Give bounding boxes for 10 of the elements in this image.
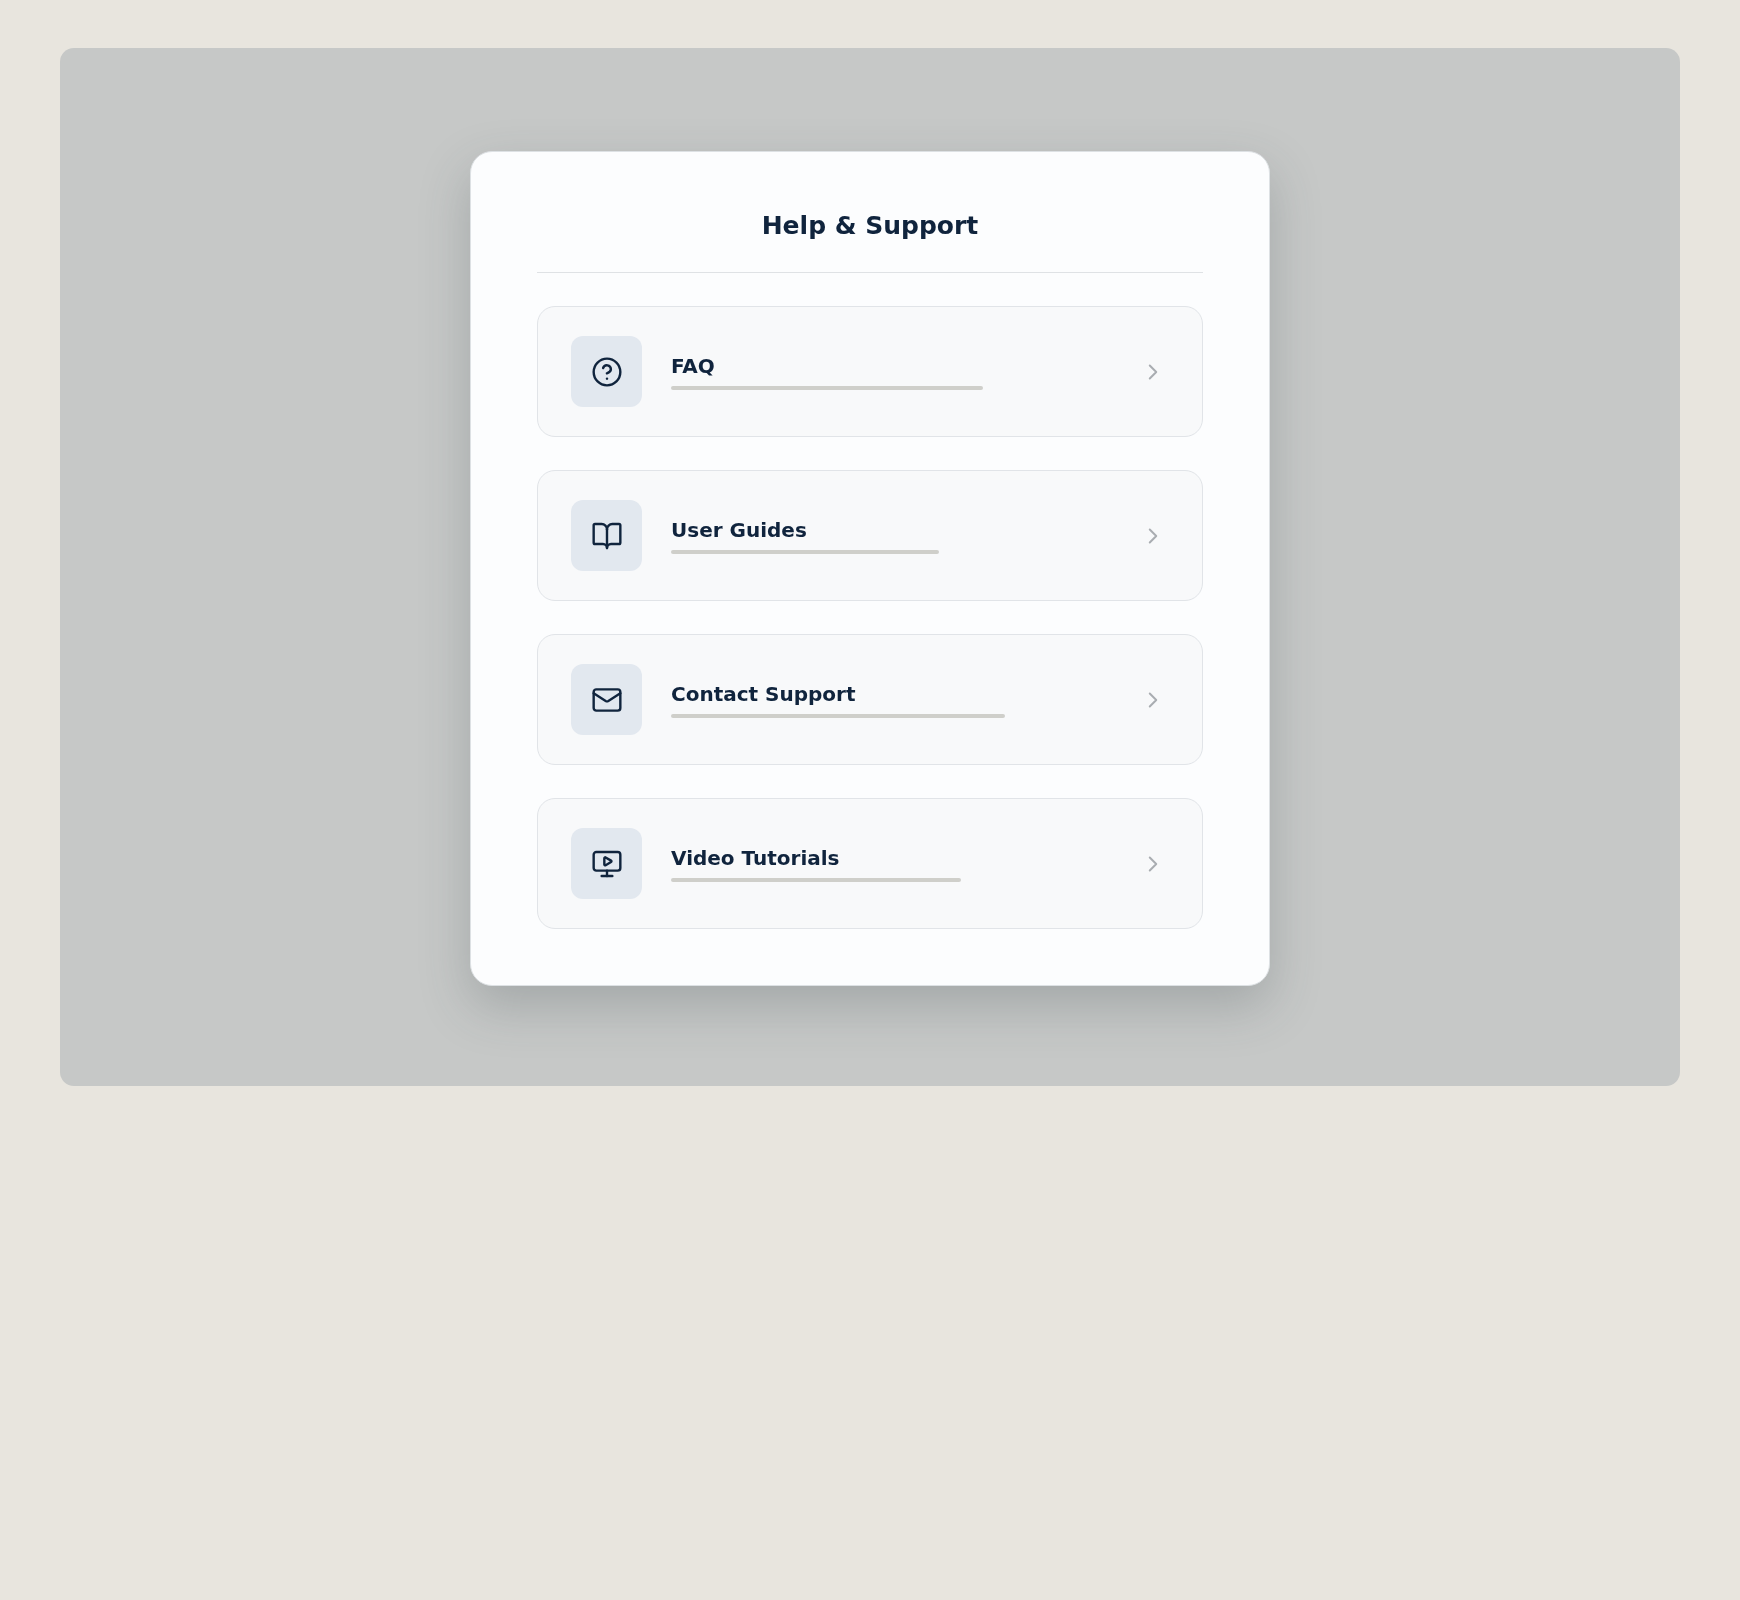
menu-item[interactable]: FAQ <box>537 306 1203 437</box>
menu-item[interactable]: User Guides <box>537 470 1203 601</box>
item-label: FAQ <box>671 353 716 378</box>
menu-item[interactable]: Contact Support <box>537 634 1203 765</box>
help-icon <box>590 355 623 388</box>
item-label: Video Tutorials <box>671 845 841 870</box>
dialog-title: Help & Support <box>537 211 1203 273</box>
item-label: User Guides <box>671 517 808 542</box>
item-label: Contact Support <box>671 681 857 706</box>
menu-item[interactable]: Video Tutorials <box>537 798 1203 929</box>
